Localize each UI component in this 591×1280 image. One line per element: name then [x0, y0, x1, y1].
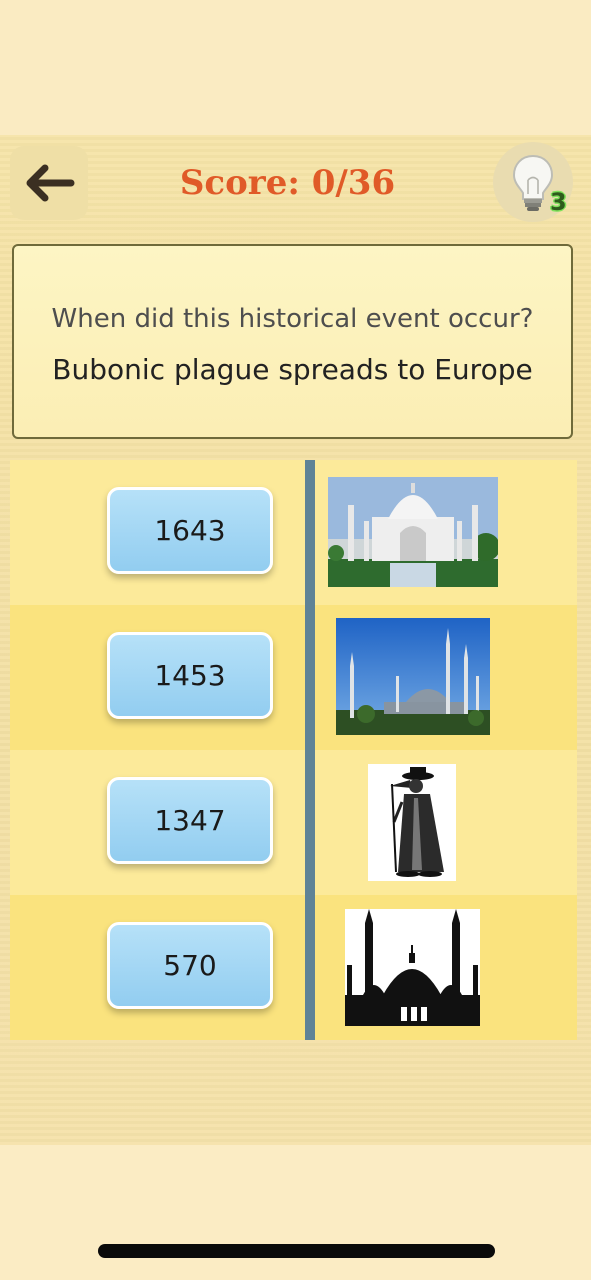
year-label: 570 [163, 949, 217, 982]
arrow-left-icon [26, 164, 75, 202]
mosque-silhouette-image[interactable] [345, 909, 480, 1026]
hint-count-badge: 3 [550, 188, 567, 216]
score-label: Score: 0/36 [179, 163, 396, 203]
back-button[interactable] [10, 146, 88, 220]
column-divider [305, 460, 315, 1040]
plague-doctor-image[interactable] [368, 764, 456, 881]
match-board: 1643 1453 1347 570 [10, 460, 577, 1040]
year-button[interactable]: 1347 [107, 777, 273, 864]
match-row: 1643 [10, 460, 577, 605]
blue-mosque-image[interactable] [336, 618, 490, 735]
year-button[interactable]: 1643 [107, 487, 273, 574]
taj-mahal-image[interactable] [328, 477, 498, 587]
question-event: Bubonic plague spreads to Europe [52, 353, 533, 386]
year-label: 1643 [154, 514, 226, 547]
match-row: 1453 [10, 605, 577, 750]
bottom-background [0, 1145, 591, 1280]
year-button[interactable]: 1453 [107, 632, 273, 719]
year-button[interactable]: 570 [107, 922, 273, 1009]
year-label: 1453 [154, 659, 226, 692]
home-indicator[interactable] [98, 1244, 495, 1258]
top-background [0, 0, 591, 135]
match-row: 1347 [10, 750, 577, 895]
match-row: 570 [10, 895, 577, 1040]
question-prompt: When did this historical event occur? [51, 304, 534, 334]
question-card: When did this historical event occur? Bu… [12, 244, 573, 439]
year-label: 1347 [154, 804, 226, 837]
